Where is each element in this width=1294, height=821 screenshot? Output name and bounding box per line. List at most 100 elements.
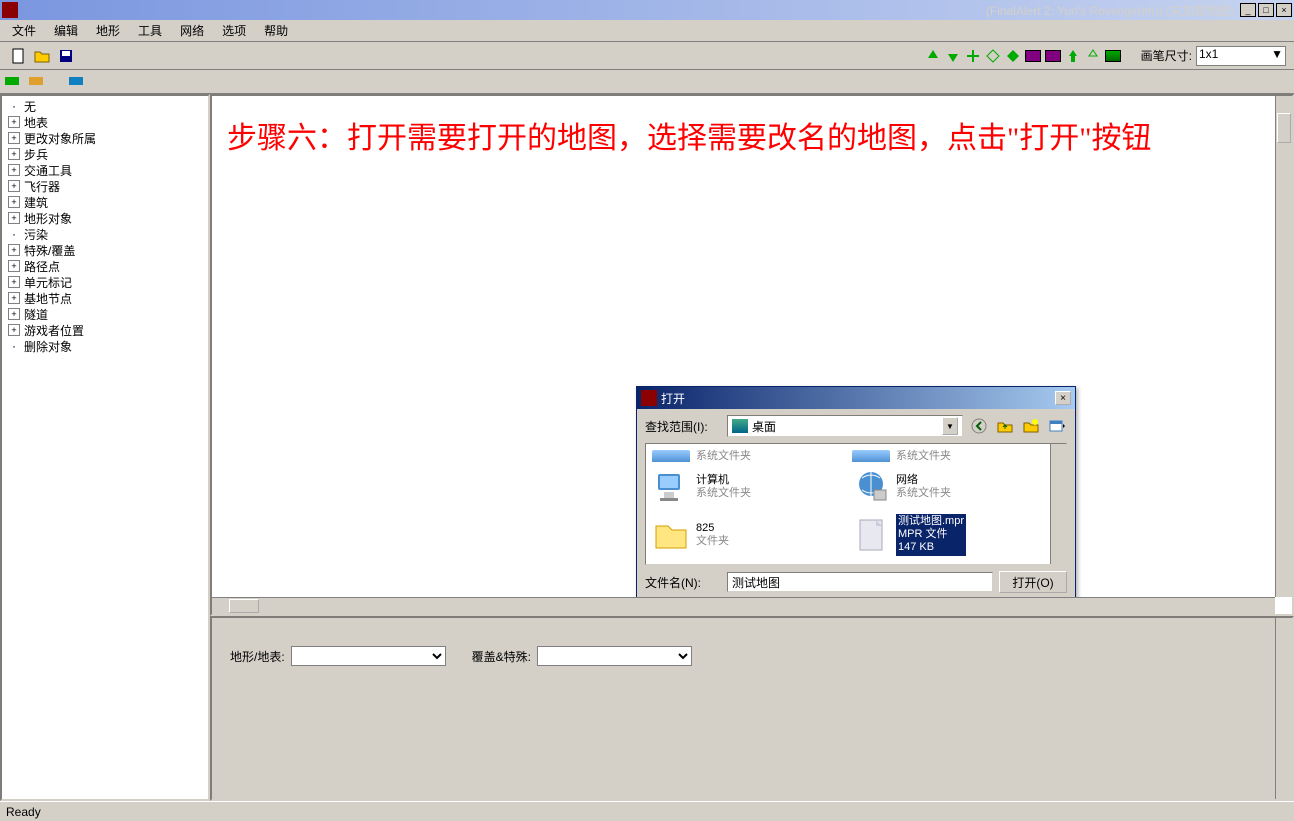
cross-green-icon[interactable] xyxy=(965,48,981,64)
lookin-dropdown[interactable]: 桌面 ▼ xyxy=(727,415,963,437)
tree-item[interactable]: +地形对象 xyxy=(4,210,206,226)
menu-terrain[interactable]: 地形 xyxy=(88,20,128,41)
brush-size-select[interactable]: 1x1 ▼ xyxy=(1196,46,1286,66)
map-canvas[interactable]: 步骤六：打开需要打开的地图，选择需要改名的地图，点击"打开"按钮 打开 × 查找… xyxy=(210,94,1294,616)
menu-options[interactable]: 选项 xyxy=(214,20,254,41)
tree-expander-icon[interactable]: + xyxy=(8,180,20,192)
up-folder-icon[interactable] xyxy=(995,416,1015,436)
tree-label: 隧道 xyxy=(24,306,48,323)
tree-item[interactable]: · 污染 xyxy=(4,226,206,242)
layer2-icon[interactable] xyxy=(28,73,46,91)
file-item-label: 825文件夹 xyxy=(696,522,729,548)
file-item-label: 测试地图.mprMPR 文件147 KB xyxy=(896,514,966,556)
tree-label: 特殊/覆盖 xyxy=(24,242,75,259)
close-button[interactable]: × xyxy=(1276,3,1292,17)
file-item[interactable]: 测试地图.mprMPR 文件147 KB xyxy=(850,512,1030,558)
file-type-icon xyxy=(852,468,890,506)
arrow-up-green-icon[interactable] xyxy=(925,48,941,64)
file-item-label: 系统文件夹 xyxy=(896,450,951,462)
object-tree[interactable]: ·无+地表+更改对象所属+步兵+交通工具+飞行器+建筑+地形对象·污染+特殊/覆… xyxy=(0,94,210,801)
bottom-scrollbar[interactable] xyxy=(1275,618,1292,799)
file-item[interactable]: 825文件夹 xyxy=(650,512,830,558)
tree-item[interactable]: +路径点 xyxy=(4,258,206,274)
tree-expander-icon[interactable]: + xyxy=(8,308,20,320)
dialog-close-button[interactable]: × xyxy=(1055,391,1071,405)
color-purple-icon[interactable] xyxy=(1025,50,1041,62)
file-item[interactable]: 计算机系统文件夹 xyxy=(650,466,830,508)
new-folder-icon[interactable] xyxy=(1021,416,1041,436)
menu-edit[interactable]: 编辑 xyxy=(46,20,86,41)
tree-label: 飞行器 xyxy=(24,178,60,195)
menu-help[interactable]: 帮助 xyxy=(256,20,296,41)
tree-expander-icon[interactable]: + xyxy=(8,276,20,288)
tree-item[interactable]: + 特殊/覆盖 xyxy=(4,242,206,258)
tree-label: 删除对象 xyxy=(24,338,72,355)
diamond-green-icon[interactable] xyxy=(1005,48,1021,64)
dialog-titlebar[interactable]: 打开 × xyxy=(637,387,1075,409)
tree-expander-icon[interactable]: + xyxy=(8,164,20,176)
layer3-icon[interactable] xyxy=(68,73,86,91)
lookin-label: 查找范围(I): xyxy=(645,418,721,435)
dialog-title: 打开 xyxy=(661,390,685,407)
overlay-select[interactable] xyxy=(537,646,692,666)
file-item[interactable]: 系统文件夹 xyxy=(850,448,1030,462)
tree-item[interactable]: ·无 xyxy=(4,98,206,114)
tree-item[interactable]: +基地节点 xyxy=(4,290,206,306)
color-green-icon[interactable] xyxy=(1105,50,1121,62)
file-item[interactable]: 网络系统文件夹 xyxy=(850,466,1030,508)
tree-expander-icon[interactable]: + xyxy=(8,132,20,144)
tree-item[interactable]: + 游戏者位置 xyxy=(4,322,206,338)
tree-label: 步兵 xyxy=(24,146,48,163)
tree-expander-icon[interactable]: + xyxy=(8,292,20,304)
tree-item[interactable]: +地表 xyxy=(4,114,206,130)
diamond-outline-icon[interactable] xyxy=(985,48,1001,64)
canvas-scrollbar-vertical[interactable] xyxy=(1275,96,1292,597)
open-button[interactable]: 打开(O) xyxy=(999,571,1067,593)
tree-expander-icon[interactable]: + xyxy=(8,196,20,208)
tree-label: 游戏者位置 xyxy=(24,322,84,339)
file-item[interactable]: 系统文件夹 xyxy=(650,448,830,462)
save-file-icon[interactable] xyxy=(56,46,76,66)
arrow-up-out-icon[interactable] xyxy=(1085,48,1101,64)
tree-item[interactable]: + 步兵 xyxy=(4,146,206,162)
tree-dash-icon: · xyxy=(8,227,20,241)
tree-item[interactable]: +建筑 xyxy=(4,194,206,210)
tree-item[interactable]: + 隧道 xyxy=(4,306,206,322)
new-file-icon[interactable] xyxy=(8,46,28,66)
canvas-scrollbar-horizontal[interactable] xyxy=(212,597,1275,614)
filename-input[interactable]: 测试地图 xyxy=(727,572,993,592)
layer1-icon[interactable] xyxy=(4,73,22,91)
color-purple2-icon[interactable] xyxy=(1045,50,1061,62)
back-icon[interactable] xyxy=(969,416,989,436)
file-item-label: 网络系统文件夹 xyxy=(896,474,951,500)
menu-tools[interactable]: 工具 xyxy=(130,20,170,41)
app-icon xyxy=(2,2,18,18)
menubar: 文件 编辑 地形 工具 网络 选项 帮助 xyxy=(0,20,1294,42)
tree-item[interactable]: + 飞行器 xyxy=(4,178,206,194)
view-menu-icon[interactable] xyxy=(1047,416,1067,436)
toolbar-icons-right xyxy=(925,48,1121,64)
tree-item[interactable]: ·删除对象 xyxy=(4,338,206,354)
arrow-down-green-icon[interactable] xyxy=(945,48,961,64)
tree-expander-icon[interactable]: + xyxy=(8,148,20,160)
tree-label: 更改对象所属 xyxy=(24,130,96,147)
tree-item[interactable]: +交通工具 xyxy=(4,162,206,178)
terrain-select[interactable] xyxy=(291,646,446,666)
arrow-upg-icon[interactable] xyxy=(1065,48,1081,64)
tree-expander-icon[interactable]: + xyxy=(8,244,20,256)
tree-item[interactable]: + 更改对象所属 xyxy=(4,130,206,146)
file-list[interactable]: 系统文件夹 系统文件夹计算机系统文件夹 网络系统文件夹 825文件夹 测试地图.mprM… xyxy=(645,443,1067,565)
open-file-icon[interactable] xyxy=(32,46,52,66)
tree-expander-icon[interactable]: + xyxy=(8,116,20,128)
tree-label: 污染 xyxy=(24,226,48,243)
file-list-scrollbar[interactable] xyxy=(1050,444,1066,564)
maximize-button[interactable]: □ xyxy=(1258,3,1274,17)
tree-expander-icon[interactable]: + xyxy=(8,260,20,272)
tree-item[interactable]: +单元标记 xyxy=(4,274,206,290)
menu-file[interactable]: 文件 xyxy=(4,20,44,41)
dropdown-arrow-icon[interactable]: ▼ xyxy=(942,417,958,435)
minimize-button[interactable]: _ xyxy=(1240,3,1256,17)
tree-expander-icon[interactable]: + xyxy=(8,324,20,336)
tree-expander-icon[interactable]: + xyxy=(8,212,20,224)
menu-network[interactable]: 网络 xyxy=(172,20,212,41)
